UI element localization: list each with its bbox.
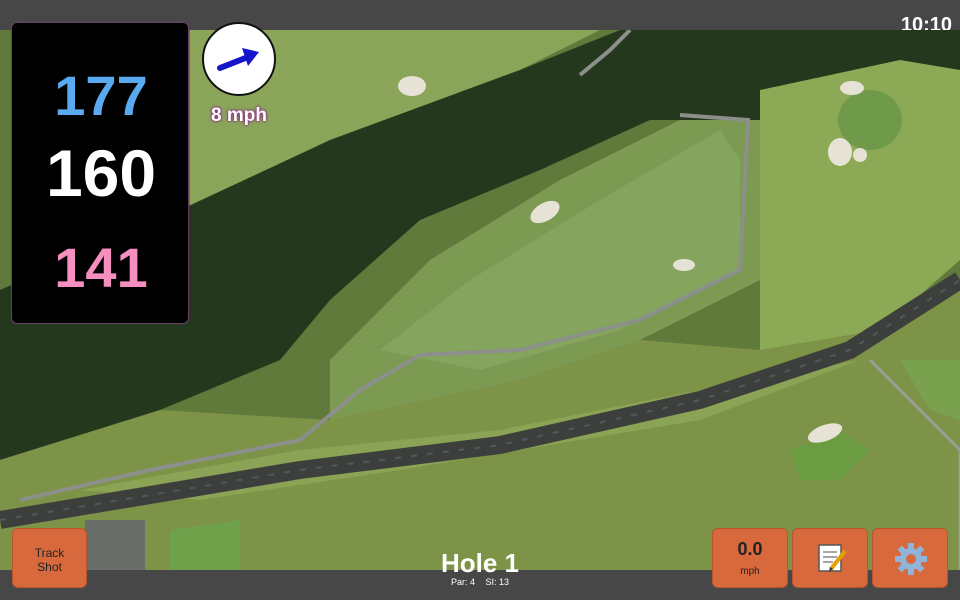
settings-button[interactable] (872, 528, 948, 588)
wind-speed-label: 8 mph (211, 105, 267, 126)
distance-panel: 177 160 141 (11, 22, 189, 324)
track-shot-line2: Shot (37, 560, 62, 574)
wind-readout-value: 0.0 (737, 539, 763, 559)
distance-front: 141 (54, 236, 148, 299)
notepad-icon (818, 544, 847, 572)
wind-direction-arrow-icon (217, 48, 259, 71)
notes-button[interactable] (792, 528, 868, 588)
hole-stroke-index: SI: 13 (485, 577, 510, 587)
hole-meta: Par: 4 SI: 13 (380, 577, 580, 587)
distance-middle: 160 (45, 136, 157, 210)
hole-par: Par: 4 (450, 577, 475, 587)
gear-icon (895, 543, 927, 575)
wind-indicator (202, 22, 276, 96)
track-shot-line1: Track (34, 546, 65, 560)
wind-readout-unit: mph (740, 566, 760, 577)
wind-readout-button[interactable]: 0.0 mph (712, 528, 788, 588)
hole-title: Hole 1 (440, 548, 520, 578)
distance-back: 177 (54, 64, 148, 127)
track-shot-button[interactable]: Track Shot (12, 528, 87, 588)
